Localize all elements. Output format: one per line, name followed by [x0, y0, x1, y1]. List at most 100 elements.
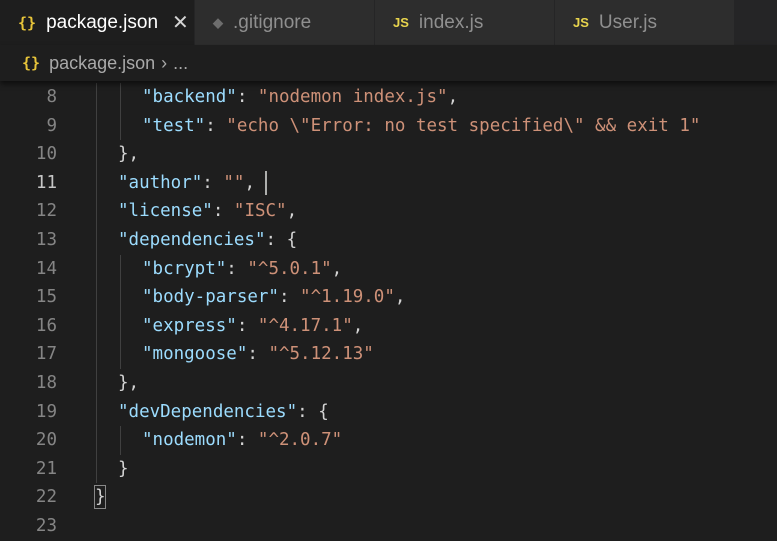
chevron-right-icon: › — [161, 52, 168, 73]
code-token: : — [236, 315, 258, 336]
js-file-icon: JS — [393, 15, 409, 30]
tab-label: .gitignore — [233, 11, 312, 33]
code-line[interactable]: 18}, — [0, 369, 777, 398]
tab-label: User.js — [598, 11, 657, 33]
code-token: "ISC" — [233, 201, 287, 222]
code-token: "backend" — [142, 87, 237, 107]
code-text: "backend": "nodemon index.js", — [142, 83, 458, 112]
code-line[interactable]: 14 "bcrypt": "^5.0.1", — [0, 255, 777, 284]
close-icon[interactable]: ✕ — [172, 10, 189, 35]
code-line[interactable]: 9 "test": "echo \"Error: no test specifie… — [0, 112, 777, 141]
line-number: 23 — [35, 516, 57, 536]
code-line[interactable]: 12 "license": "ISC", — [0, 197, 777, 226]
code-token: , — [244, 172, 255, 193]
line-number: 12 — [35, 201, 57, 222]
line-number: 19 — [35, 401, 57, 422]
code-token: , — [331, 258, 343, 279]
code-token: "^2.0.7" — [257, 430, 343, 451]
breadcrumb: {} package.json › ... — [0, 45, 777, 81]
code-token: : — [202, 172, 224, 193]
code-text: "devDependencies": { — [118, 398, 329, 427]
code-token: "nodemon" — [142, 430, 237, 451]
code-token: : { — [297, 401, 329, 422]
code-text: "author": "", — [118, 169, 255, 198]
code-text: } — [118, 455, 129, 484]
tab-gitignore[interactable]: ◆ .gitignore — [195, 0, 375, 45]
code-token: "author" — [118, 172, 203, 193]
code-token: "devDependencies" — [118, 401, 298, 422]
code-token: "license" — [118, 201, 213, 222]
code-line[interactable]: 8 "backend": "nodemon index.js", — [0, 83, 777, 112]
git-file-icon: ◆ — [213, 14, 223, 30]
line-number: 11 — [35, 172, 57, 193]
code-token: "mongoose" — [142, 344, 248, 365]
code-line[interactable]: 15 "body-parser": "^1.19.0", — [0, 283, 777, 312]
code-text: }, — [118, 369, 139, 398]
code-text: "body-parser": "^1.19.0", — [142, 283, 405, 312]
tab-package-json[interactable]: {} package.json ✕ — [0, 0, 195, 45]
breadcrumb-file[interactable]: package.json — [49, 53, 155, 74]
code-editor[interactable]: 8 "backend": "nodemon index.js", 9 "test": … — [0, 83, 777, 541]
code-token: }, — [118, 373, 140, 393]
code-token: "" — [223, 172, 245, 193]
code-token: : — [226, 258, 248, 279]
code-token: "bcrypt" — [142, 258, 227, 279]
code-token: "dependencies" — [118, 230, 266, 250]
tab-user-js[interactable]: JS User.js — [555, 0, 735, 45]
code-token: "^5.12.13" — [268, 344, 374, 365]
code-line[interactable]: 11 "author": "", — [0, 169, 777, 198]
code-line[interactable]: 23 — [0, 512, 777, 541]
code-token: "^1.19.0" — [300, 287, 395, 308]
code-line[interactable]: 17 "mongoose": "^5.12.13" — [0, 340, 777, 369]
json-file-icon: {} — [22, 54, 41, 72]
indent-guide — [120, 83, 121, 141]
code-token: : — [278, 287, 301, 308]
breadcrumb-more[interactable]: ... — [173, 53, 188, 74]
js-file-icon: JS — [573, 15, 589, 30]
code-token: "^4.17.1" — [257, 315, 353, 336]
code-text: "license": "ISC", — [118, 197, 297, 226]
code-token: : — [236, 430, 258, 451]
code-line[interactable]: 19 "devDependencies": { — [0, 398, 777, 427]
bracket-match-highlight — [94, 485, 106, 510]
tab-label: index.js — [418, 11, 484, 33]
line-number: 13 — [35, 230, 57, 250]
code-line[interactable]: 10}, — [0, 140, 777, 169]
code-line[interactable]: 22} — [0, 483, 777, 512]
code-token: }, — [118, 144, 140, 165]
code-token: , — [447, 87, 459, 107]
code-token: "nodemon index.js" — [257, 87, 448, 107]
code-token: : — [247, 344, 269, 365]
line-number: 10 — [35, 144, 57, 165]
code-text: "mongoose": "^5.12.13" — [142, 340, 374, 369]
code-token: } — [118, 458, 129, 479]
code-line[interactable]: 20 "nodemon": "^2.0.7" — [0, 426, 777, 455]
line-number: 21 — [35, 458, 57, 479]
code-text: "test": "echo \"Error: no test specified… — [142, 112, 700, 141]
line-number: 20 — [35, 430, 57, 451]
indent-guide — [96, 83, 97, 484]
code-token: "body-parser" — [142, 287, 279, 308]
code-token: "^5.0.1" — [247, 258, 332, 279]
line-number: 9 — [46, 115, 57, 136]
line-number: 15 — [35, 287, 57, 308]
code-token: , — [394, 287, 406, 308]
line-number: 22 — [35, 487, 57, 508]
line-number: 17 — [35, 344, 57, 365]
code-token: : { — [265, 230, 298, 250]
tab-index-js[interactable]: JS index.js — [375, 0, 555, 45]
code-line[interactable]: 16 "express": "^4.17.1", — [0, 312, 777, 341]
json-file-icon: {} — [18, 13, 37, 32]
line-number: 14 — [35, 258, 57, 279]
line-number: 18 — [35, 373, 57, 393]
code-token: : — [236, 87, 258, 107]
code-line[interactable]: 21} — [0, 455, 777, 484]
code-token: "echo \"Error: no test specified\" && ex… — [226, 115, 701, 136]
indent-guide — [120, 254, 121, 369]
code-text: "express": "^4.17.1", — [142, 312, 363, 341]
code-text: "dependencies": { — [118, 226, 297, 255]
indent-guide — [120, 426, 121, 455]
code-line[interactable]: 13 "dependencies": { — [0, 226, 777, 255]
code-token: , — [286, 201, 298, 222]
code-token: : — [212, 201, 234, 222]
